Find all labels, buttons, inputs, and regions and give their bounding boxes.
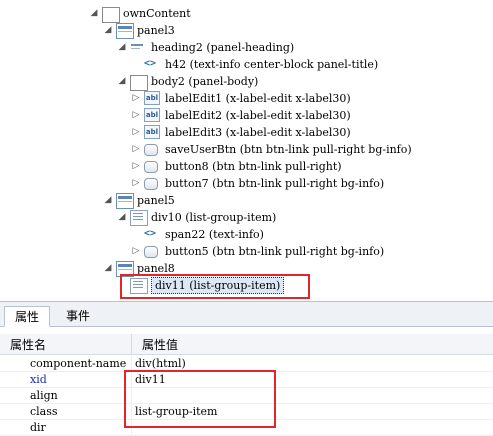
expanded-twisty-icon[interactable]: ◢ (89, 8, 99, 18)
label-edit-icon: abl (144, 108, 160, 122)
property-tab-bar: 属性 事件 (0, 301, 493, 327)
tree-node-label: button5 (btn btn-link pull-right bg-info… (165, 245, 385, 258)
list-group-icon (130, 210, 148, 226)
tree-node-label: panel3 (137, 24, 175, 37)
button-icon (144, 161, 158, 173)
tree-node-label: labelEdit2 (x-label-edit x-label30) (165, 109, 351, 122)
label-edit-icon: abl (144, 91, 160, 105)
tree-node-label: labelEdit1 (x-label-edit x-label30) (165, 92, 351, 105)
button-icon (144, 246, 158, 258)
tree-node-label: button8 (btn btn-link pull-right) (165, 160, 342, 173)
tree-node[interactable]: ◢ body2 (panel-body) (0, 73, 493, 91)
expanded-twisty-icon[interactable]: ◢ (103, 25, 113, 35)
tree-node[interactable]: ▷ abl labelEdit2 (x-label-edit x-label30) (0, 107, 493, 124)
tree-node-label: labelEdit3 (x-label-edit x-label30) (165, 126, 351, 139)
expanded-twisty-icon[interactable]: ◢ (117, 76, 127, 86)
expanded-twisty-icon[interactable]: ◢ (117, 212, 127, 222)
tree-node[interactable]: ▷ button7 (btn btn-link pull-right bg-inf… (0, 175, 493, 192)
property-name: class (30, 405, 58, 418)
collapsed-twisty-icon[interactable]: ▷ (131, 93, 141, 103)
tree-node-label: button7 (btn btn-link pull-right bg-info… (165, 177, 385, 190)
property-name: dir (30, 421, 46, 434)
tab-events[interactable]: 事件 (56, 306, 100, 327)
heading-icon (130, 40, 146, 54)
tree-node-label: panel5 (137, 194, 175, 207)
selected-node-highlight (120, 274, 310, 299)
property-value-highlight (124, 370, 276, 428)
tree-node[interactable]: <> h42 (text-info center-block panel-titl… (0, 56, 493, 73)
tree-node[interactable]: ◢ heading2 (panel-heading) (0, 39, 493, 56)
button-icon (144, 144, 158, 156)
expanded-twisty-icon[interactable]: ◢ (103, 263, 113, 273)
collapsed-twisty-icon[interactable]: ▷ (131, 178, 141, 188)
tree-node[interactable]: ▷ button8 (btn btn-link pull-right) (0, 158, 493, 175)
tree-node[interactable]: ▷ saveUserBtn (btn btn-link pull-right bg… (0, 141, 493, 158)
tree-node-label: heading2 (panel-heading) (151, 41, 295, 54)
collapsed-twisty-icon[interactable]: ▷ (131, 161, 141, 171)
tree-node[interactable]: ◢ ownContent (0, 5, 493, 23)
collapsed-twisty-icon[interactable]: ▷ (131, 127, 141, 137)
tree-node-label: div10 (list-group-item) (151, 211, 277, 224)
tree-node[interactable]: ◢ panel3 (0, 22, 493, 39)
tree-node-label: span22 (text-info) (165, 228, 264, 241)
collapsed-twisty-icon[interactable]: ▷ (131, 246, 141, 256)
tree-node-label: ownContent (123, 7, 191, 20)
property-name: xid (30, 373, 47, 386)
tree-node-label: saveUserBtn (btn btn-link pull-right bg-… (165, 143, 412, 156)
property-name: align (30, 389, 58, 402)
tree-node[interactable]: ◢ panel5 (0, 192, 493, 209)
panel-icon (116, 193, 134, 209)
collapsed-twisty-icon[interactable]: ▷ (131, 144, 141, 154)
button-icon (144, 178, 158, 190)
component-tree[interactable]: ◢ ownContent ◢ panel3 ◢ heading2 (panel-headi… (0, 0, 493, 301)
property-table-header: 属性名 属性值 (0, 334, 493, 355)
tree-node-label: h42 (text-info center-block panel-title) (165, 58, 379, 71)
collapsed-twisty-icon[interactable]: ▷ (131, 110, 141, 120)
tree-node[interactable]: ▷ abl labelEdit1 (x-label-edit x-label30) (0, 90, 493, 107)
tree-node[interactable]: ▷ abl labelEdit3 (x-label-edit x-label30) (0, 124, 493, 141)
code-tag-icon: <> (144, 228, 157, 239)
expanded-twisty-icon[interactable]: ◢ (103, 195, 113, 205)
box-icon (102, 7, 120, 23)
expanded-twisty-icon[interactable]: ◢ (117, 42, 127, 52)
tree-node[interactable]: ▷ button5 (btn btn-link pull-right bg-inf… (0, 243, 493, 260)
panel-icon (116, 23, 134, 39)
box-icon (130, 75, 148, 91)
tree-node[interactable]: <> span22 (text-info) (0, 226, 493, 243)
property-name-header: 属性名 (10, 338, 47, 352)
property-value[interactable]: div(html) (135, 357, 186, 370)
column-divider[interactable] (131, 334, 132, 354)
property-value-header: 属性值 (142, 338, 179, 352)
label-edit-icon: abl (144, 125, 160, 139)
tree-node-label: body2 (panel-body) (151, 75, 259, 88)
tree-node[interactable]: ◢ div10 (list-group-item) (0, 209, 493, 226)
column-divider (131, 356, 132, 371)
code-tag-icon: <> (144, 58, 157, 69)
property-name: component-name (30, 357, 127, 370)
tab-properties[interactable]: 属性 (4, 306, 51, 327)
